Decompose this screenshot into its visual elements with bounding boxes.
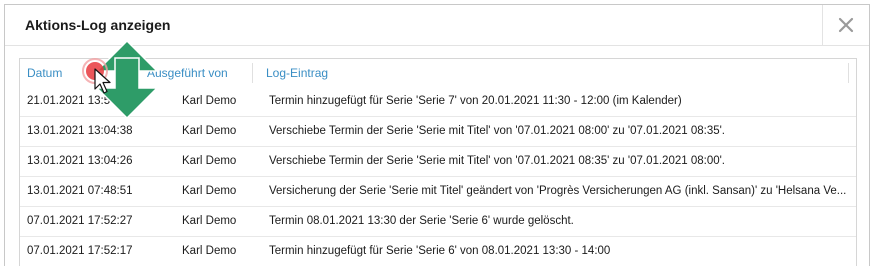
log-table: Datum Ausgeführt von Log-Eintrag 21.01.2… <box>19 58 857 266</box>
cell-log-entry: Verschiebe Termin der Serie 'Serie mit T… <box>269 155 725 167</box>
table-row[interactable]: 21.01.2021 13:54: Karl Demo Termin hinzu… <box>20 87 856 117</box>
cell-user: Karl Demo <box>182 125 237 137</box>
cell-user: Karl Demo <box>182 155 237 167</box>
cell-date: 07.01.2021 17:52:27 <box>27 215 133 227</box>
cell-user: Karl Demo <box>182 215 237 227</box>
table-header: Datum Ausgeführt von Log-Eintrag <box>20 59 856 87</box>
cell-log-entry: Verschiebe Termin der Serie 'Serie mit T… <box>269 125 725 137</box>
table-row[interactable]: 07.01.2021 17:52:27 Karl Demo Termin 08.… <box>20 207 856 237</box>
table-row[interactable]: 07.01.2021 17:52:17 Karl Demo Termin hin… <box>20 237 856 266</box>
cell-date: 13.01.2021 13:04:38 <box>27 125 133 137</box>
cell-user: Karl Demo <box>182 95 237 107</box>
cell-log-entry: Termin hinzugefügt für Serie 'Serie 6' v… <box>269 245 611 257</box>
cell-log-entry: Termin hinzugefügt für Serie 'Serie 7' v… <box>269 95 682 107</box>
column-header-date[interactable]: Datum <box>27 66 62 80</box>
table-row[interactable]: 13.01.2021 07:48:51 Karl Demo Versicheru… <box>20 177 856 207</box>
column-separator[interactable] <box>848 63 849 83</box>
table-row[interactable]: 13.01.2021 13:04:38 Karl Demo Verschiebe… <box>20 117 856 147</box>
cell-date: 07.01.2021 17:52:17 <box>27 245 133 257</box>
cell-user: Karl Demo <box>182 185 237 197</box>
cell-log-entry: Termin 08.01.2021 13:30 der Serie 'Serie… <box>269 215 574 227</box>
column-header-executed-by[interactable]: Ausgeführt von <box>147 66 228 80</box>
cell-date: 13.01.2021 13:04:26 <box>27 155 133 167</box>
close-icon <box>838 17 854 33</box>
column-separator[interactable] <box>252 63 253 83</box>
cell-log-entry: Versicherung der Serie 'Serie mit Titel'… <box>269 185 847 197</box>
cell-user: Karl Demo <box>182 245 237 257</box>
cell-date: 13.01.2021 07:48:51 <box>27 185 133 197</box>
table-row[interactable]: 13.01.2021 13:04:26 Karl Demo Verschiebe… <box>20 147 856 177</box>
column-header-log-entry[interactable]: Log-Eintrag <box>266 66 328 80</box>
action-log-dialog: Aktions-Log anzeigen Datum Ausgeführt vo… <box>4 4 870 266</box>
dialog-header: Aktions-Log anzeigen <box>5 5 869 46</box>
close-button[interactable] <box>822 5 869 45</box>
dialog-title: Aktions-Log anzeigen <box>25 17 171 33</box>
cell-date: 21.01.2021 13:54: <box>27 95 120 107</box>
